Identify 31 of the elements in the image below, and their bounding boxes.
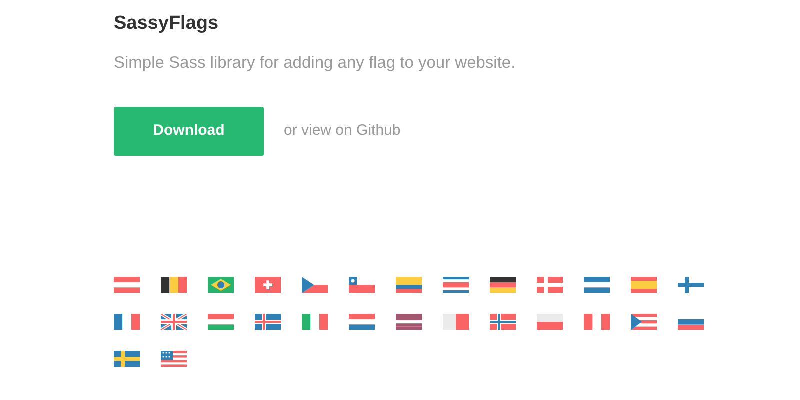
flag-icon [349, 314, 375, 330]
flag-icon [443, 314, 469, 330]
flag-icon [537, 277, 563, 293]
flag-icon [302, 277, 328, 293]
flag-icon [208, 277, 234, 293]
flag-icon [537, 314, 563, 330]
flag-icon [302, 314, 328, 330]
flag-icon [114, 277, 140, 293]
flag-icon [584, 314, 610, 330]
flag-icon [584, 277, 610, 293]
flag-icon [161, 351, 187, 367]
flag-icon [255, 314, 281, 330]
flag-icon [161, 314, 187, 330]
flag-icon [208, 314, 234, 330]
download-button[interactable]: Download [114, 107, 264, 156]
flag-icon [396, 314, 422, 330]
page-subtitle: Simple Sass library for adding any flag to your website. [114, 53, 516, 74]
flag-icon [443, 277, 469, 293]
flag-icon [161, 277, 187, 293]
flag-icon [678, 277, 704, 293]
flag-icon [631, 314, 657, 330]
flag-icon [114, 314, 140, 330]
flag-icon [255, 277, 281, 293]
flag-icon [631, 277, 657, 293]
flag-icon [114, 351, 140, 367]
flag-icon [396, 277, 422, 293]
flag-icon [349, 277, 375, 293]
flag-icon [490, 277, 516, 293]
flag-icon [490, 314, 516, 330]
page-title: SassyFlags [114, 12, 219, 36]
github-link[interactable]: or view on Github [284, 120, 401, 143]
